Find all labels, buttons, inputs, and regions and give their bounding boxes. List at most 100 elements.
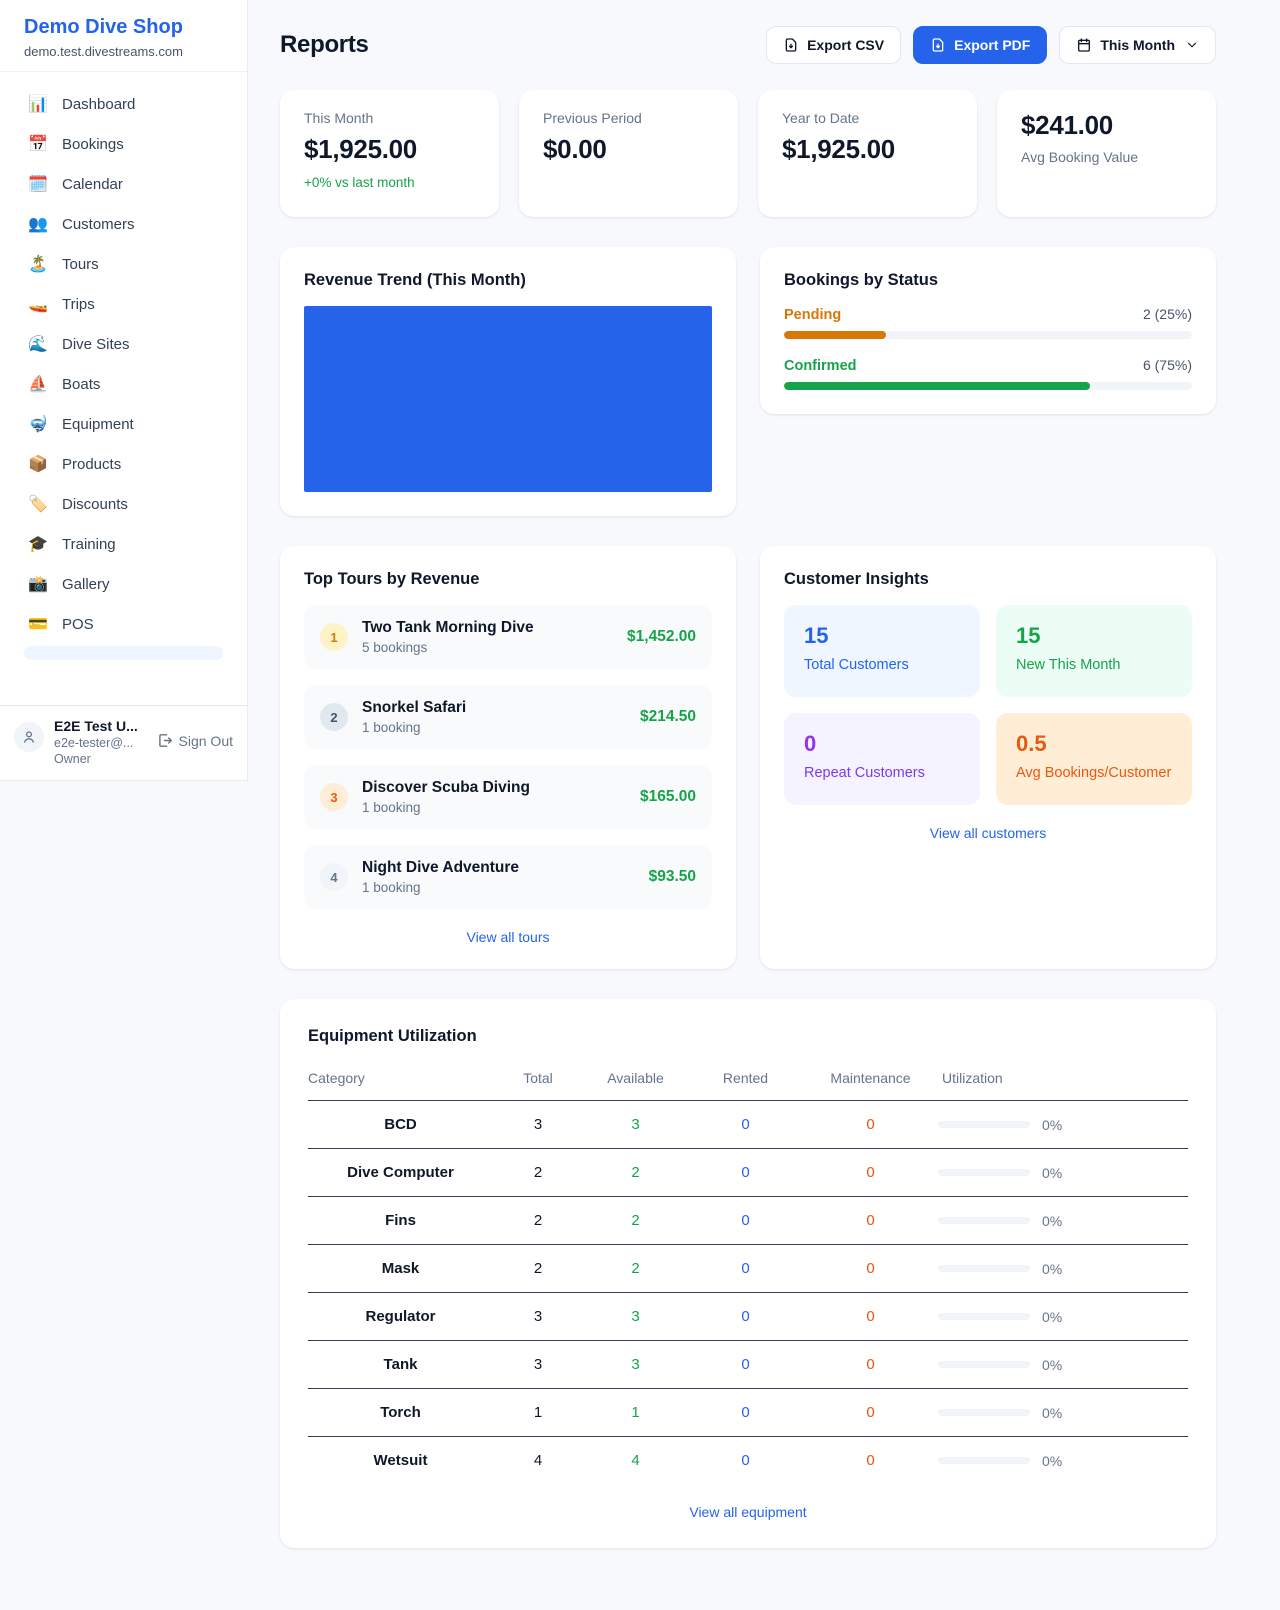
cell-category: Wetsuit — [308, 1437, 493, 1485]
export-csv-button[interactable]: Export CSV — [766, 26, 901, 64]
sidebar-item-customers[interactable]: 👥 Customers — [12, 204, 235, 244]
sidebar-item-label: Dive Sites — [62, 336, 130, 353]
sidebar-item-active-partial[interactable] — [24, 646, 223, 660]
utilization-track — [938, 1409, 1030, 1416]
status-label: Pending — [784, 307, 841, 323]
sidebar-item-dive-sites[interactable]: 🌊 Dive Sites — [12, 324, 235, 364]
col-maintenance: Maintenance — [803, 1062, 938, 1101]
stat-card-avg-booking-value: $241.00 Avg Booking Value — [997, 90, 1216, 217]
sidebar-item-label: Trips — [62, 296, 95, 313]
tour-amount: $165.00 — [640, 788, 696, 806]
cell-rented: 0 — [688, 1389, 803, 1437]
utilization-percent: 0% — [1042, 1261, 1062, 1277]
stat-value: $0.00 — [543, 134, 714, 165]
cell-available: 2 — [583, 1245, 688, 1293]
revenue-trend-card: Revenue Trend (This Month) — [280, 247, 736, 516]
cell-category: BCD — [308, 1101, 493, 1149]
col-available: Available — [583, 1062, 688, 1101]
cell-maintenance: 0 — [803, 1149, 938, 1197]
wave-icon: 🌊 — [28, 334, 48, 354]
page-title: Reports — [280, 31, 369, 59]
cell-total: 2 — [493, 1149, 583, 1197]
cell-total: 1 — [493, 1389, 583, 1437]
cell-category: Tank — [308, 1341, 493, 1389]
shop-domain: demo.test.divestreams.com — [24, 44, 223, 59]
sign-out-button[interactable]: Sign Out — [156, 732, 233, 749]
sidebar-item-products[interactable]: 📦 Products — [12, 444, 235, 484]
sidebar-item-equipment[interactable]: 🤿 Equipment — [12, 404, 235, 444]
main-content: Reports Export CSV Export PDF This Month… — [248, 0, 1280, 1588]
view-all-equipment-link[interactable]: View all equipment — [308, 1504, 1188, 1520]
insights-grid: 15 Total Customers 15 New This Month 0 R… — [784, 605, 1192, 805]
bar-chart-icon: 📊 — [28, 94, 48, 114]
progress-track — [784, 382, 1192, 390]
cell-rented: 0 — [688, 1245, 803, 1293]
tour-row: 3 Discover Scuba Diving 1 booking $165.0… — [304, 765, 712, 829]
sidebar-item-calendar[interactable]: 🗓️ Calendar — [12, 164, 235, 204]
cell-total: 2 — [493, 1197, 583, 1245]
cell-utilization: 0% — [938, 1389, 1188, 1437]
cell-utilization: 0% — [938, 1293, 1188, 1341]
utilization-track — [938, 1121, 1030, 1128]
dive-mask-icon: 🤿 — [28, 414, 48, 434]
tag-icon: 🏷️ — [28, 494, 48, 514]
sidebar-item-label: Training — [62, 536, 116, 553]
stat-value: $1,925.00 — [304, 134, 475, 165]
sidebar-item-dashboard[interactable]: 📊 Dashboard — [12, 84, 235, 124]
cell-available: 4 — [583, 1437, 688, 1485]
tour-bookings: 5 bookings — [362, 640, 613, 655]
bookings-by-status-title: Bookings by Status — [784, 271, 1192, 290]
rank-badge: 1 — [320, 623, 348, 651]
utilization-track — [938, 1313, 1030, 1320]
cell-maintenance: 0 — [803, 1341, 938, 1389]
utilization-track — [938, 1217, 1030, 1224]
sidebar-item-boats[interactable]: ⛵ Boats — [12, 364, 235, 404]
cell-available: 3 — [583, 1293, 688, 1341]
cell-available: 2 — [583, 1197, 688, 1245]
package-icon: 📦 — [28, 454, 48, 474]
user-email: e2e-tester@... — [54, 736, 146, 750]
sidebar-item-label: Dashboard — [62, 96, 135, 113]
sidebar-item-bookings[interactable]: 📅 Bookings — [12, 124, 235, 164]
stats-row: This Month $1,925.00 +0% vs last month P… — [280, 90, 1216, 217]
cell-rented: 0 — [688, 1341, 803, 1389]
cell-maintenance: 0 — [803, 1293, 938, 1341]
document-download-icon — [783, 37, 799, 53]
sidebar-item-gallery[interactable]: 📸 Gallery — [12, 564, 235, 604]
insight-value: 0 — [804, 731, 960, 757]
sidebar-item-training[interactable]: 🎓 Training — [12, 524, 235, 564]
calendar-icon: 🗓️ — [28, 174, 48, 194]
sidebar-item-tours[interactable]: 🏝️ Tours — [12, 244, 235, 284]
tour-row: 1 Two Tank Morning Dive 5 bookings $1,45… — [304, 605, 712, 669]
utilization-percent: 0% — [1042, 1117, 1062, 1133]
cell-available: 1 — [583, 1389, 688, 1437]
view-all-tours-link[interactable]: View all tours — [304, 929, 712, 945]
period-label: This Month — [1100, 37, 1175, 53]
sidebar-item-trips[interactable]: 🚤 Trips — [12, 284, 235, 324]
header-actions: Export CSV Export PDF This Month — [766, 26, 1216, 64]
sidebar-item-label: Discounts — [62, 496, 128, 513]
sidebar-item-pos[interactable]: 💳 POS — [12, 604, 235, 644]
sidebar-item-discounts[interactable]: 🏷️ Discounts — [12, 484, 235, 524]
cell-total: 3 — [493, 1293, 583, 1341]
sidebar-item-label: Boats — [62, 376, 100, 393]
user-info: E2E Test U... e2e-tester@... Owner — [54, 716, 146, 766]
cell-utilization: 0% — [938, 1341, 1188, 1389]
status-value: 6 (75%) — [1143, 357, 1192, 373]
period-select[interactable]: This Month — [1059, 26, 1216, 64]
revenue-bar — [304, 306, 712, 492]
sidebar-item-label: POS — [62, 616, 94, 633]
status-row-pending: Pending 2 (25%) — [784, 306, 1192, 339]
graduation-cap-icon: 🎓 — [28, 534, 48, 554]
chevron-down-icon — [1185, 38, 1199, 52]
sidebar-item-label: Products — [62, 456, 121, 473]
view-all-customers-link[interactable]: View all customers — [784, 825, 1192, 841]
camera-icon: 📸 — [28, 574, 48, 594]
utilization-percent: 0% — [1042, 1213, 1062, 1229]
bookings-by-status-card: Bookings by Status Pending 2 (25%) Confi… — [760, 247, 1216, 414]
utilization-percent: 0% — [1042, 1309, 1062, 1325]
stat-value: $1,925.00 — [782, 134, 953, 165]
export-pdf-button[interactable]: Export PDF — [913, 26, 1047, 64]
equipment-utilization-card: Equipment Utilization Category Total Ava… — [280, 999, 1216, 1548]
stat-label: Previous Period — [543, 110, 714, 126]
